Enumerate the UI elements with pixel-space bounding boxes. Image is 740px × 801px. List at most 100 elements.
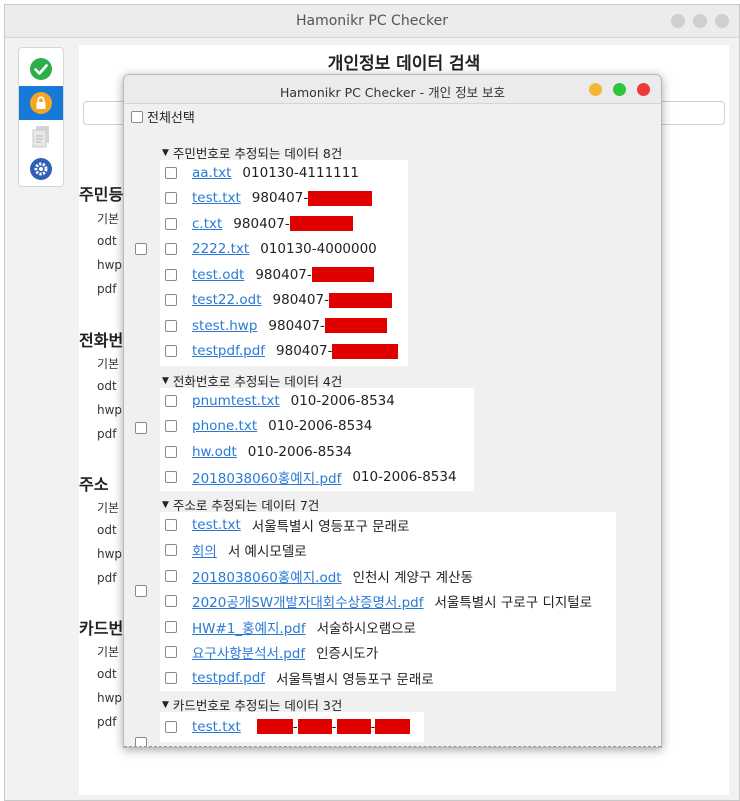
- detected-value: 010-2006-8534: [268, 418, 373, 434]
- sidebar-item-documents[interactable]: [19, 120, 63, 154]
- row-checkbox[interactable]: [165, 243, 177, 255]
- file-link[interactable]: 2018038060홍예지.odt: [192, 566, 342, 586]
- file-link[interactable]: c.txt: [192, 216, 222, 232]
- section-item: hwp: [97, 691, 123, 705]
- row-checkbox[interactable]: [165, 544, 177, 556]
- row-checkbox[interactable]: [165, 394, 177, 407]
- list-item: c.txt 980407-: [160, 211, 353, 236]
- list-item: 요구사항분석서.pdf 인증시도가: [160, 640, 378, 665]
- value-prefix: 980407-: [276, 343, 333, 359]
- list-item: stest.hwp 980407-: [160, 313, 387, 338]
- row-checkbox[interactable]: [165, 620, 177, 633]
- select-all-checkbox[interactable]: [131, 110, 143, 123]
- value-prefix: 980407-: [268, 317, 325, 334]
- detected-value: 인천시 계양구 계산동: [352, 569, 473, 586]
- row-checkbox[interactable]: [165, 319, 177, 332]
- list-item: test.txt 서울특별시 영등포구 문래로: [160, 512, 409, 537]
- list-item: test22.odt 980407-: [160, 288, 392, 313]
- list-item: 2018038060홍예지.pdf 010-2006-8534: [160, 465, 457, 490]
- section-item: pdf: [97, 715, 117, 729]
- group-checkbox-ssn[interactable]: [135, 243, 147, 255]
- file-link[interactable]: HW#1_홍예지.pdf: [192, 617, 306, 637]
- detected-value: 서술하시오램으로: [316, 620, 416, 637]
- group-list-address: test.txt 서울특별시 영등포구 문래로 회의 서 예시모델로 20180…: [160, 512, 616, 691]
- sidebar-item-privacy[interactable]: [19, 86, 63, 120]
- row-checkbox[interactable]: [165, 720, 177, 733]
- row-checkbox[interactable]: [165, 646, 177, 658]
- row-checkbox[interactable]: [165, 420, 177, 432]
- expand-triangle-icon: ▼: [162, 147, 169, 158]
- detected-value: 서울특별시 구로구 디지털로: [434, 595, 593, 611]
- file-link[interactable]: test22.odt: [192, 292, 262, 308]
- list-item: HW#1_홍예지.pdf 서술하시오램으로: [160, 614, 416, 639]
- detected-value: 980407-: [268, 317, 387, 334]
- file-link[interactable]: hw.odt: [192, 444, 237, 460]
- sidebar-item-check[interactable]: [19, 52, 63, 86]
- detected-value: ---: [256, 719, 411, 735]
- expand-triangle-icon: ▼: [162, 375, 169, 386]
- section-item: pdf: [97, 282, 117, 296]
- sidebar-item-settings[interactable]: [19, 152, 63, 186]
- file-link[interactable]: test.txt: [192, 517, 241, 533]
- file-link[interactable]: test.odt: [192, 267, 244, 283]
- file-link[interactable]: testpdf.pdf: [192, 343, 265, 359]
- redaction-bar: [289, 216, 353, 231]
- section-title-card: 카드번: [79, 619, 124, 638]
- row-checkbox[interactable]: [165, 268, 177, 281]
- file-link[interactable]: stest.hwp: [192, 318, 257, 334]
- group-checkbox-address[interactable]: [135, 585, 147, 597]
- file-link[interactable]: 2222.txt: [192, 241, 249, 257]
- row-checkbox[interactable]: [165, 166, 177, 179]
- file-link[interactable]: pnumtest.txt: [192, 393, 280, 409]
- detected-value: 서 예시모델로: [227, 544, 307, 560]
- row-checkbox[interactable]: [165, 595, 177, 607]
- file-link[interactable]: test.txt: [192, 190, 241, 206]
- row-checkbox[interactable]: [165, 518, 177, 531]
- main-window-title: Hamonikr PC Checker: [296, 13, 448, 29]
- maximize-button[interactable]: [613, 83, 626, 96]
- group-list-card: test.txt ---: [160, 712, 424, 742]
- content-title: 개인정보 데이터 검색: [327, 54, 481, 74]
- row-checkbox[interactable]: [165, 217, 177, 230]
- close-button[interactable]: [715, 14, 729, 28]
- section-item: hwp: [97, 403, 123, 417]
- dialog-titlebar: Hamonikr PC Checker - 개인 정보 보호: [124, 75, 661, 104]
- check-icon: [30, 58, 52, 80]
- main-titlebar: Hamonikr PC Checker: [5, 5, 739, 38]
- maximize-button[interactable]: [693, 14, 707, 28]
- row-checkbox[interactable]: [165, 294, 177, 306]
- detected-value: 010130-4000000: [260, 241, 377, 257]
- group-checkbox-phone[interactable]: [135, 422, 147, 434]
- redaction-bar: [328, 292, 392, 308]
- redaction-bar: [297, 719, 332, 734]
- file-link[interactable]: 2018038060홍예지.pdf: [192, 467, 341, 487]
- file-link[interactable]: testpdf.pdf: [192, 670, 265, 686]
- row-checkbox[interactable]: [165, 471, 177, 483]
- row-checkbox[interactable]: [165, 345, 177, 357]
- value-prefix: 980407-: [255, 266, 312, 283]
- list-item: phone.txt 010-2006-8534: [160, 414, 372, 439]
- list-item: testpdf.pdf 980407-: [160, 339, 399, 364]
- section-item: odt: [97, 667, 117, 681]
- row-checkbox[interactable]: [165, 445, 177, 458]
- section-title-ssn: 주민등: [79, 185, 124, 204]
- file-link[interactable]: 2020공개SW개발자대회수상증명서.pdf: [192, 591, 424, 611]
- list-item: test.txt ---: [160, 714, 411, 739]
- row-checkbox[interactable]: [165, 569, 177, 582]
- file-link[interactable]: phone.txt: [192, 418, 257, 434]
- minimize-button[interactable]: [671, 14, 685, 28]
- select-all[interactable]: 전체선택: [131, 107, 195, 126]
- section-item: odt: [97, 379, 117, 393]
- list-item: 2222.txt 010130-4000000: [160, 237, 377, 262]
- section-item: 기본: [97, 645, 120, 659]
- file-link[interactable]: 요구사항분석서.pdf: [192, 642, 305, 662]
- file-link[interactable]: test.txt: [192, 719, 241, 735]
- section-item: odt: [97, 234, 117, 248]
- minimize-button[interactable]: [589, 83, 602, 96]
- row-checkbox[interactable]: [165, 192, 177, 204]
- file-link[interactable]: 회의: [192, 540, 217, 560]
- file-link[interactable]: aa.txt: [192, 165, 231, 181]
- close-button[interactable]: [637, 83, 650, 96]
- row-checkbox[interactable]: [165, 671, 177, 684]
- dialog-title: Hamonikr PC Checker - 개인 정보 보호: [279, 85, 506, 100]
